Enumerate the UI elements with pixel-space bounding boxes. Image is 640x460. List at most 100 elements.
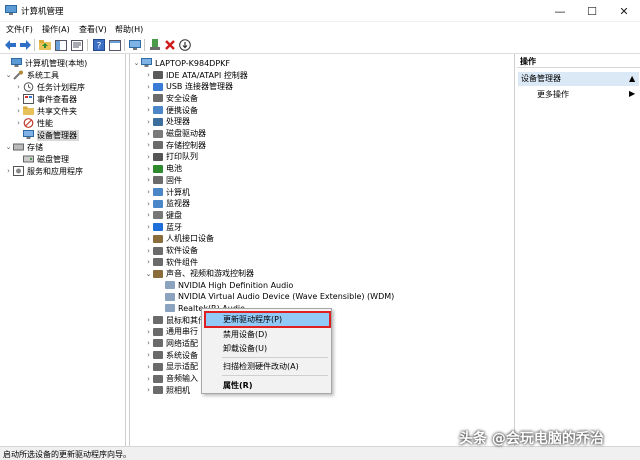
device-category[interactable]: › USB 连接器管理器 (144, 81, 233, 93)
up-folder-button[interactable] (38, 38, 52, 52)
show-hide-tree-button[interactable] (54, 38, 68, 52)
tree-item-shared-folders[interactable]: › 共享文件夹 (14, 105, 77, 117)
chevron-right-icon[interactable]: › (144, 130, 153, 138)
device-category[interactable]: › 显示适配 (144, 361, 198, 373)
close-button[interactable]: ✕ (608, 0, 640, 22)
tree-item-storage[interactable]: ⌄ 存储 (4, 141, 43, 153)
chevron-right-icon[interactable]: › (144, 188, 153, 196)
device-category[interactable]: › 系统设备 (144, 349, 198, 361)
chevron-right-icon[interactable]: › (144, 386, 153, 394)
tree-item-disk-management[interactable]: 磁盘管理 (14, 153, 69, 165)
chevron-right-icon[interactable]: › (144, 83, 153, 91)
chevron-right-icon[interactable]: › (14, 107, 23, 115)
tree-item-performance[interactable]: › 性能 (14, 117, 53, 129)
audio-device[interactable]: NVIDIA High Definition Audio (156, 279, 293, 291)
properties-toolbar-button[interactable] (70, 38, 84, 52)
chevron-right-icon[interactable]: › (14, 83, 23, 91)
chevron-right-icon[interactable]: › (144, 247, 153, 255)
help-button[interactable]: ? (92, 38, 106, 52)
menu-action[interactable]: 操作(A) (42, 24, 70, 35)
menu-uninstall-device[interactable]: 卸载设备(U) (223, 343, 267, 354)
chevron-right-icon[interactable]: › (144, 153, 153, 161)
forward-button[interactable] (18, 38, 32, 52)
chevron-right-icon[interactable]: › (144, 375, 153, 383)
device-category[interactable]: › 监视器 (144, 198, 190, 210)
chevron-down-icon[interactable]: ⌄ (4, 71, 13, 79)
device-category[interactable]: › 蓝牙 (144, 221, 182, 233)
chevron-down-icon[interactable]: ⌄ (4, 143, 13, 151)
chevron-right-icon[interactable]: › (144, 200, 153, 208)
minimize-button[interactable]: — (544, 0, 576, 22)
chevron-right-icon[interactable]: › (144, 211, 153, 219)
device-category[interactable]: › 计算机 (144, 186, 190, 198)
console-view-button[interactable] (108, 38, 122, 52)
chevron-right-icon[interactable]: › (14, 95, 23, 103)
tree-item-root[interactable]: 计算机管理(本地) (2, 57, 87, 69)
menu-update-driver[interactable]: 更新驱动程序(P) (223, 314, 282, 325)
chevron-right-icon[interactable]: › (144, 235, 153, 243)
audio-device[interactable]: NVIDIA Virtual Audio Device (Wave Extens… (156, 291, 394, 303)
menu-help[interactable]: 帮助(H) (115, 24, 143, 35)
menu-file[interactable]: 文件(F) (6, 24, 33, 35)
uninstall-device-toolbar-button[interactable] (163, 38, 177, 52)
tree-item-system-tools[interactable]: ⌄ 系统工具 (4, 69, 59, 81)
device-category[interactable]: › 固件 (144, 174, 182, 186)
chevron-right-icon[interactable]: › (144, 351, 153, 359)
device-category[interactable]: › 网络适配 (144, 337, 198, 349)
maximize-button[interactable]: ☐ (576, 0, 608, 22)
chevron-right-icon[interactable]: › (144, 141, 153, 149)
chevron-right-icon[interactable]: › (144, 328, 153, 336)
menu-properties[interactable]: 属性(R) (223, 380, 252, 391)
menu-scan-hardware[interactable]: 扫描检测硬件改动(A) (223, 361, 299, 372)
chevron-right-icon[interactable]: › (144, 106, 153, 114)
triangle-right-icon[interactable]: ▶ (629, 89, 635, 98)
tree-item-services[interactable]: › 服务和应用程序 (4, 165, 83, 177)
device-category[interactable]: › 处理器 (144, 116, 190, 128)
device-label: 蓝牙 (166, 222, 182, 232)
actions-section-device-manager[interactable]: 设备管理器 (518, 72, 639, 86)
device-category[interactable]: › 人机接口设备 (144, 233, 214, 245)
chevron-down-icon[interactable]: ⌄ (144, 270, 153, 278)
chevron-right-icon[interactable]: › (14, 119, 23, 127)
device-category[interactable]: › 音频输入 (144, 373, 198, 385)
menu-disable-device[interactable]: 禁用设备(D) (223, 329, 267, 340)
chevron-right-icon[interactable]: › (144, 363, 153, 371)
device-category[interactable]: › 软件设备 (144, 245, 198, 257)
device-category[interactable]: › 便携设备 (144, 104, 198, 116)
chevron-right-icon[interactable]: › (144, 316, 153, 324)
scan-hardware-button[interactable] (128, 38, 142, 52)
menu-view[interactable]: 查看(V) (79, 24, 107, 35)
device-category[interactable]: › 鼠标和其他 (144, 314, 206, 326)
device-category[interactable]: › 通用串行 (144, 326, 198, 338)
enable-device-toolbar-button[interactable] (178, 38, 192, 52)
chevron-right-icon[interactable]: › (144, 223, 153, 231)
tree-item-device-manager[interactable]: 设备管理器 (14, 129, 79, 141)
device-category[interactable]: › 磁盘驱动器 (144, 128, 206, 140)
device-category[interactable]: › 照相机 (144, 384, 190, 396)
device-category[interactable]: › 安全设备 (144, 92, 198, 104)
chevron-right-icon[interactable]: › (144, 118, 153, 126)
device-category[interactable]: › 打印队列 (144, 151, 198, 163)
chevron-right-icon[interactable]: › (144, 258, 153, 266)
update-driver-toolbar-button[interactable] (148, 38, 162, 52)
device-category-icon (153, 269, 163, 278)
tree-item-task-scheduler[interactable]: › 任务计划程序 (14, 81, 85, 93)
device-category[interactable]: › 键盘 (144, 209, 182, 221)
back-button[interactable] (3, 38, 17, 52)
chevron-right-icon[interactable]: › (4, 167, 13, 175)
device-category[interactable]: › IDE ATA/ATAPI 控制器 (144, 69, 248, 81)
chevron-down-icon[interactable]: ⌄ (132, 59, 141, 67)
more-actions-link[interactable]: 更多操作 (537, 89, 569, 100)
device-category[interactable]: › 存储控制器 (144, 139, 206, 151)
device-category[interactable]: › 电池 (144, 163, 182, 175)
event-viewer-icon (23, 94, 34, 104)
chevron-right-icon[interactable]: › (144, 339, 153, 347)
device-category[interactable]: › 软件组件 (144, 256, 198, 268)
tree-item-event-viewer[interactable]: › 事件查看器 (14, 93, 77, 105)
device-root[interactable]: ⌄ LAPTOP-K984DPKF (132, 57, 230, 69)
chevron-right-icon[interactable]: › (144, 94, 153, 102)
chevron-right-icon[interactable]: › (144, 71, 153, 79)
chevron-right-icon[interactable]: › (144, 165, 153, 173)
chevron-right-icon[interactable]: › (144, 176, 153, 184)
triangle-up-icon[interactable]: ▲ (629, 74, 635, 83)
